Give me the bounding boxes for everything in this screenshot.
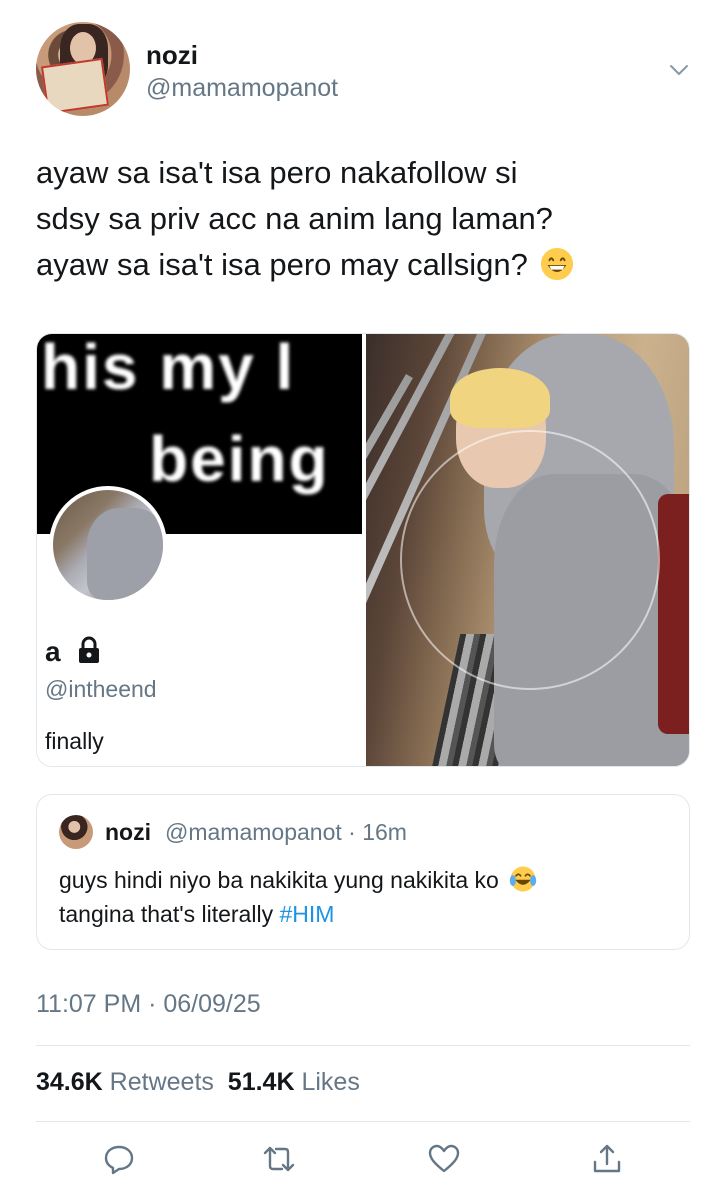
quoted-text-line-1: guys hindi niyo ba nakikita yung nakikit… (59, 863, 679, 897)
quoted-text: guys hindi niyo ba nakikita yung nakikit… (59, 863, 679, 931)
divider-top (36, 1045, 690, 1046)
lock-icon (79, 636, 99, 663)
quoted-text-line-1-text: guys hindi niyo ba nakikita yung nakikit… (59, 867, 499, 893)
retweet-icon[interactable] (262, 1142, 296, 1176)
retweets-label[interactable]: Retweets (110, 1068, 214, 1096)
quoted-text-line-2-text: tangina that's literally (59, 901, 280, 927)
media-image-photo[interactable] (366, 334, 689, 766)
like-icon[interactable] (427, 1142, 461, 1176)
likes-count[interactable]: 51.4K (228, 1068, 295, 1096)
tweet-media[interactable]: his my l being a @intheend finally (36, 333, 690, 767)
quoted-text-line-2: tangina that's literally #HIM (59, 897, 679, 931)
profile-bio: finally (45, 728, 104, 754)
tweet-stats: 34.6K Retweets 51.4K Likes (36, 1068, 360, 1097)
face-with-tears-of-joy-emoji-icon (509, 866, 537, 892)
author-handle[interactable]: @mamamopanot (146, 74, 338, 103)
overlay-circle (400, 430, 660, 690)
chevron-down-icon[interactable] (667, 58, 691, 82)
media-image-profile-screenshot[interactable]: his my l being a @intheend finally (37, 334, 362, 766)
tweet-line-1: ayaw sa isa't isa pero nakafollow si (36, 155, 518, 190)
tweet-line-3-text: ayaw sa isa't isa pero may callsign? (36, 247, 528, 282)
tweet-line-2: sdsy sa priv acc na anim lang laman? (36, 201, 553, 236)
hashtag-link[interactable]: #HIM (279, 901, 334, 927)
tweet-text: ayaw sa isa't isa pero nakafollow si sds… (36, 150, 696, 288)
author-avatar[interactable] (36, 22, 130, 116)
grinning-face-emoji-icon (541, 247, 574, 281)
backpack (658, 494, 689, 734)
quoted-avatar (59, 815, 93, 849)
profile-name: a (45, 636, 61, 667)
quoted-display-name: nozi (105, 819, 151, 845)
tweet-timestamp[interactable]: 11:07 PM · 06/09/25 (36, 990, 261, 1019)
share-icon[interactable] (590, 1142, 624, 1176)
profile-picture-hoodie (87, 508, 163, 600)
profile-picture (49, 486, 167, 604)
profile-handle: @intheend (45, 676, 157, 702)
person-hair (450, 368, 550, 428)
divider-bottom (36, 1121, 690, 1122)
likes-label[interactable]: Likes (301, 1068, 359, 1096)
reply-icon[interactable] (102, 1142, 136, 1176)
retweets-count[interactable]: 34.6K (36, 1068, 103, 1096)
banner-text-line-2: being (149, 423, 330, 495)
avatar-magazine (40, 57, 110, 115)
tweet-line-3: ayaw sa isa't isa pero may callsign? (36, 242, 696, 288)
quoted-tweet[interactable]: nozi @mamamopanot · 16m guys hindi niyo … (36, 794, 690, 950)
banner-text-line-1: his my l (41, 334, 296, 403)
quoted-handle-time: @mamamopanot · 16m (165, 819, 407, 845)
author-display-name[interactable]: nozi (146, 40, 198, 71)
